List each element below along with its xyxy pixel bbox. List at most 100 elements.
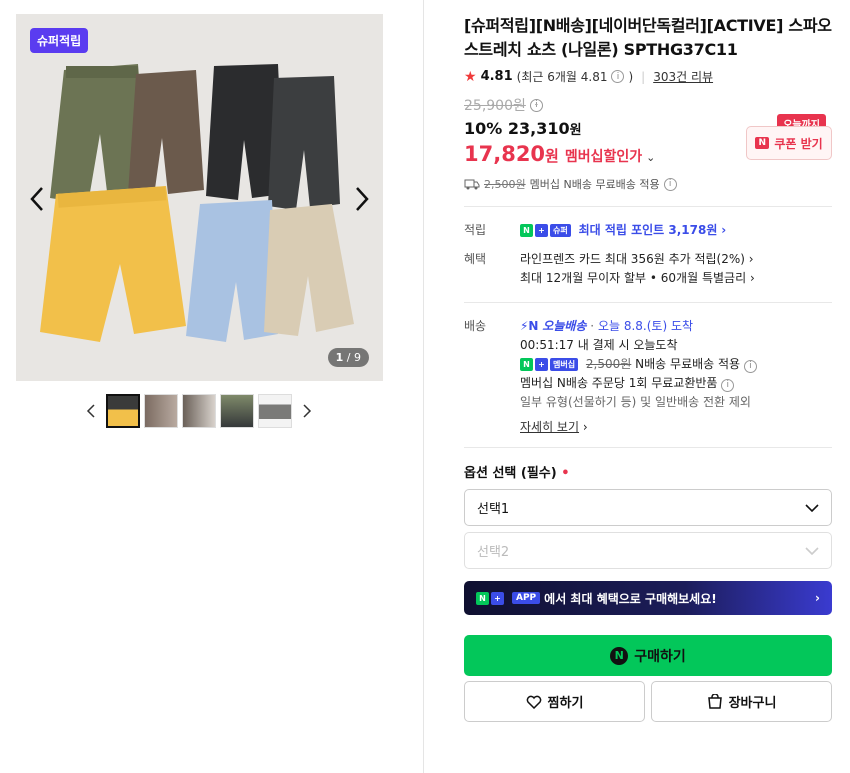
image-counter: 1 / 9 [327,348,369,367]
thumbnail-2[interactable] [144,394,178,428]
thumbnail-5[interactable] [258,394,292,428]
option-label: 옵션 선택 (필수) • [464,462,832,481]
wishlist-button[interactable]: 찜하기 [464,681,645,722]
coupon-label: 쿠폰 받기 [774,136,823,151]
buy-button[interactable]: N 구매하기 [464,635,832,676]
heart-icon [526,695,541,709]
shopping-bag-icon [707,694,722,709]
thumbnail-1[interactable] [106,394,140,428]
option-select-2[interactable]: 선택2 [464,532,832,569]
sale-price: 23,310 [507,119,570,138]
countdown-line: 00:51:17 내 결제 시 오늘도착 [520,336,757,355]
membership-badge-text: 멤버십 [550,358,579,371]
shipping-row: 2,500원 멤버십 N배송 무료배송 적용 i [464,176,832,192]
shipping-text: 멤버십 N배송 무료배송 적용 [529,178,660,191]
info-icon[interactable]: i [611,70,625,83]
arrival-date: 오늘 8.8.(토) 도착 [597,319,694,333]
app-promo-banner[interactable]: N + APP 에서 최대 혜택으로 구매해보세요! › [464,581,832,615]
image-counter-current: 1 [335,351,344,364]
naver-n-icon: N [610,646,629,665]
option-select-1[interactable]: 선택1 [464,489,832,526]
product-gallery: 슈퍼적립 1 / 9 [0,0,424,773]
npay-membership-badge: N + 멤버십 [520,358,579,371]
installment-link[interactable]: 최대 12개월 무이자 할부 • 60개월 특별금리 › [520,269,755,288]
delivery-fee-text: N배송 무료배송 적용 [635,357,741,371]
info-icon[interactable]: i [743,360,757,373]
required-mark: • [561,466,570,481]
today-delivery-label: 오늘배송 [542,319,587,333]
exchange-text: 멤버십 N배송 주문당 1회 무료교환반품 [520,376,718,390]
prev-image-arrow-icon[interactable] [26,184,50,214]
original-price-row: 25,900원 i [464,95,832,115]
star-icon: ★ [464,68,477,85]
shipping-info-icon[interactable]: i [663,177,677,191]
member-price-label: 멤버십할인가 [564,149,643,165]
rating-score: 4.81 [480,69,513,84]
product-info: [슈퍼적립][N배송][네이버단독컬러][ACTIVE] 스파오 스트레치 쇼츠… [464,14,832,722]
countdown-timer: 00:51:17 [520,338,574,352]
npay-badge: N + [476,591,504,605]
detail-link-row[interactable]: 자세히 보기 › [520,418,757,437]
thumbnail-3[interactable] [182,394,216,428]
delivery-row: 배송 ⚡N 오늘배송 · 오늘 8.8.(토) 도착 00:51:17 내 결제… [464,317,832,437]
installment-text: 최대 12개월 무이자 할부 • 60개월 특별금리 [520,271,747,285]
thumbnail-strip [80,394,318,428]
discount-rate: 10% [464,119,503,138]
original-price: 25,900원 [464,98,526,114]
max-point-link[interactable]: 최대 적립 포인트 3,178원 [579,223,718,237]
super-point-badge: 슈퍼적립 [30,28,89,53]
npay-super-badge: N + 슈퍼 [520,224,571,237]
truck-icon [464,179,480,190]
today-delivery-line: ⚡N 오늘배송 · 오늘 8.8.(토) 도착 [520,317,757,336]
shorts-photo [16,14,383,381]
naver-n-icon: N [755,137,770,149]
cart-label: 장바구니 [728,696,777,711]
card-benefit-link[interactable]: 라인프렌즈 카드 최대 356원 추가 적립(2%) › [520,250,755,269]
card-benefit-text: 라인프렌즈 카드 최대 356원 추가 적립(2%) [520,252,745,266]
secondary-actions: 찜하기 장바구니 [464,681,832,722]
divider [464,302,832,303]
chevron-right-icon: › [582,420,588,434]
exclusion-text: 일부 유형(선물하기 등) 및 일반배송 전환 제외 [520,395,751,409]
price-info-icon[interactable]: i [529,98,543,112]
benefit-key: 혜택 [464,252,487,266]
chevron-down-icon [805,503,819,512]
chevron-right-icon: › [749,271,755,285]
exchange-line: 멤버십 N배송 주문당 1회 무료교환반품 i [520,374,757,393]
buy-label: 구매하기 [634,648,686,665]
divider [464,206,832,207]
detail-link[interactable]: 자세히 보기 [520,420,579,434]
app-badge: APP [512,592,541,604]
chevron-down-icon: ⌄ [646,151,656,164]
chevron-right-icon: › [815,591,820,605]
rating-row: ★ 4.81 (최근 6개월 4.81 i ) | 303건 리뷰 [464,68,832,85]
member-price-unit: 원 [545,147,559,165]
dot-separator: · [590,319,598,333]
membership-shipping-line: N + 멤버십 2,500원 N배송 무료배송 적용 i [520,355,757,374]
option-label-text: 옵션 선택 (필수) [464,466,557,481]
rating-recent: (최근 6개월 4.81 [516,70,608,84]
cart-button[interactable]: 장바구니 [651,681,832,722]
member-price: 17,820 [464,142,546,166]
wishlist-label: 찜하기 [547,696,584,711]
delivery-key: 배송 [464,319,487,333]
point-key: 적립 [464,223,487,237]
today-delivery-icon: ⚡N [520,319,539,333]
next-image-arrow-icon[interactable] [349,184,373,214]
review-count-link[interactable]: 303건 리뷰 [653,68,713,85]
rating-recent-close: ) [628,69,634,84]
super-badge-text: 슈퍼 [550,224,571,237]
chevron-right-icon: › [721,223,727,237]
chevron-down-icon [805,546,819,555]
main-product-image[interactable]: 슈퍼적립 1 / 9 [16,14,383,381]
coupon-button[interactable]: N 쿠폰 받기 [746,126,832,160]
point-row: 적립 N + 슈퍼 최대 적립 포인트 3,178원 › [464,221,832,240]
image-counter-total: / 9 [346,351,361,364]
thumb-next-icon[interactable] [296,394,318,428]
benefit-row: 혜택 라인프렌즈 카드 최대 356원 추가 적립(2%) › 최대 12개월 … [464,250,832,288]
shipping-fee: 2,500원 [484,178,526,191]
info-icon[interactable]: i [721,379,735,392]
thumbnail-4[interactable] [220,394,254,428]
divider [464,447,832,448]
thumb-prev-icon[interactable] [80,394,102,428]
